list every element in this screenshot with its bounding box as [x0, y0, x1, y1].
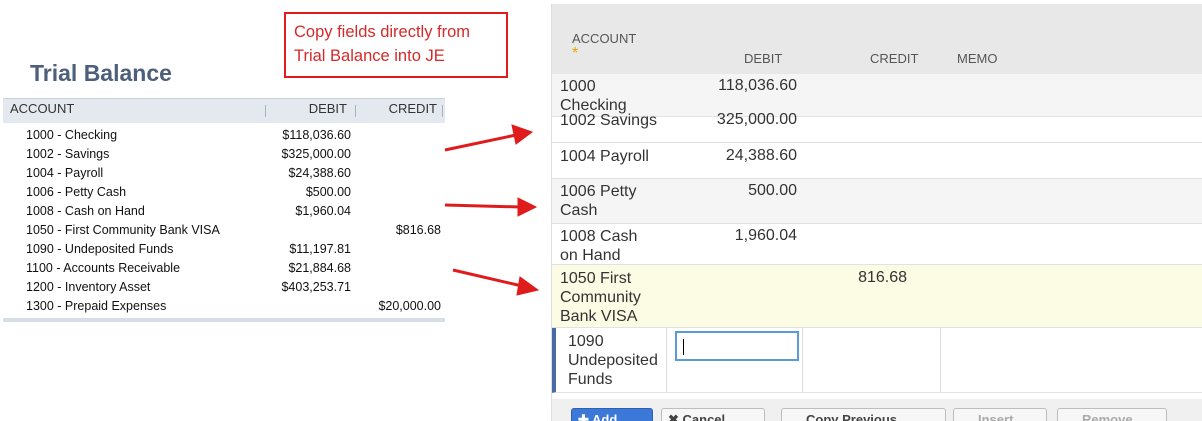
je-header-account[interactable]: ACCOUNT	[572, 31, 636, 46]
je-account-text: Community	[560, 289, 641, 306]
je-editing-row[interactable]: 1090 Undeposited Funds	[552, 328, 1202, 393]
tb-debit: $24,388.60	[288, 166, 351, 180]
table-row: 1300 - Prepaid Expenses $20,000.00	[3, 298, 445, 317]
tb-account: 1300 - Prepaid Expenses	[26, 299, 167, 313]
trial-balance-table: ACCOUNT DEBIT CREDIT 1000 - Checking $118…	[3, 98, 445, 322]
je-line-row[interactable]: 1008 Cash on Hand 1,960.04	[552, 224, 1202, 265]
tb-debit: $11,197.81	[289, 242, 351, 256]
insert-button[interactable]: Insert	[953, 408, 1047, 421]
table-row: 1006 - Petty Cash $500.00	[3, 184, 445, 203]
je-account-text: Cash	[560, 202, 598, 219]
tb-credit: $20,000.00	[378, 299, 441, 313]
tb-header-separator	[442, 105, 443, 117]
tb-header-separator	[355, 105, 356, 117]
je-line-row-highlighted[interactable]: 1050 First Community Bank VISA 816.68	[552, 265, 1202, 328]
je-debit-input[interactable]	[675, 331, 799, 361]
je-header: ACCOUNT * DEBIT CREDIT MEMO	[552, 4, 1202, 74]
je-line-row[interactable]: 1002 Savings 325,000.00	[552, 109, 1202, 143]
je-header-debit[interactable]: DEBIT	[744, 51, 782, 66]
je-account-cell[interactable]: 1050 First Community Bank VISA	[560, 269, 641, 326]
table-row: 1100 - Accounts Receivable $21,884.68	[3, 260, 445, 279]
tb-debit: $1,960.04	[295, 204, 351, 218]
je-account-text: 1000	[560, 78, 596, 95]
tb-header-credit[interactable]: CREDIT	[389, 101, 437, 116]
tb-header-debit[interactable]: DEBIT	[309, 101, 347, 116]
tb-debit: $325,000.00	[281, 147, 351, 161]
required-icon: *	[572, 45, 579, 62]
trial-balance-footer-bar	[3, 318, 445, 322]
table-row: 1008 - Cash on Hand $1,960.04	[3, 203, 445, 222]
tb-account: 1200 - Inventory Asset	[26, 280, 151, 294]
text-caret	[683, 339, 684, 355]
tb-account: 1000 - Checking	[26, 128, 118, 142]
je-account-text: 1090	[568, 333, 604, 350]
trial-balance-header: ACCOUNT DEBIT CREDIT	[3, 98, 445, 123]
tb-account: 1090 - Undeposited Funds	[26, 242, 174, 256]
je-line-row[interactable]: 1004 Payroll 24,388.60	[552, 143, 1202, 179]
tb-debit: $118,036.60	[282, 128, 351, 142]
je-account-text: 1050 First	[560, 270, 632, 287]
table-row: 1200 - Inventory Asset $403,253.71	[3, 279, 445, 298]
tb-credit: $816.68	[395, 223, 441, 237]
je-debit-cell[interactable]: 325,000.00	[717, 111, 797, 129]
annotation-arrows	[444, 124, 540, 296]
table-row: 1090 - Undeposited Funds $11,197.81	[3, 241, 445, 260]
je-account-text: Undeposited	[568, 352, 658, 369]
je-debit-cell[interactable]: 500.00	[748, 182, 797, 200]
tb-debit: $21,884.68	[288, 261, 351, 275]
je-account-select[interactable]: 1090 Undeposited Funds	[568, 332, 658, 389]
column-divider	[802, 328, 803, 392]
table-row: 1050 - First Community Bank VISA $816.68	[3, 222, 445, 241]
tb-debit: $500.00	[305, 185, 351, 199]
tb-account: 1004 - Payroll	[26, 166, 104, 180]
je-debit-cell[interactable]: 24,388.60	[726, 147, 797, 165]
journal-entry-grid: ACCOUNT * DEBIT CREDIT MEMO 1000 Checkin…	[551, 4, 1202, 421]
arrow-icon	[444, 197, 538, 217]
copy-previous-button[interactable]: Copy Previous	[781, 408, 946, 421]
je-account-text: 1002 Savings	[560, 112, 657, 129]
je-line-row[interactable]: 1006 Petty Cash 500.00	[552, 179, 1202, 224]
remove-button[interactable]: Remove	[1057, 408, 1167, 421]
arrow-icon	[452, 268, 540, 296]
tb-account: 1050 - First Community Bank VISA	[26, 223, 220, 237]
je-header-memo[interactable]: MEMO	[957, 51, 997, 66]
je-account-text: 1006 Petty	[560, 183, 637, 200]
trial-balance-rows: 1000 - Checking $118,036.60 1002 - Saving…	[3, 123, 445, 317]
je-account-cell[interactable]: 1008 Cash on Hand	[560, 227, 637, 265]
tb-account: 1100 - Accounts Receivable	[26, 261, 181, 275]
tb-header-separator	[265, 105, 266, 117]
column-divider	[940, 328, 941, 392]
je-account-cell[interactable]: 1004 Payroll	[560, 147, 649, 166]
je-account-text: 1008 Cash	[560, 228, 638, 245]
table-row: 1002 - Savings $325,000.00	[3, 146, 445, 165]
je-account-text: 1004 Payroll	[560, 148, 649, 165]
add-button[interactable]: ✚ Add	[571, 408, 653, 421]
je-account-text: Funds	[568, 371, 613, 388]
column-divider	[666, 328, 667, 392]
je-credit-cell[interactable]: 816.68	[858, 269, 907, 287]
je-debit-cell[interactable]: 1,960.04	[735, 227, 797, 245]
annotation-callout: Copy fields directly from Trial Balance …	[284, 12, 508, 78]
tb-header-account[interactable]: ACCOUNT	[10, 101, 74, 116]
tb-account: 1006 - Petty Cash	[26, 185, 127, 199]
tb-account: 1002 - Savings	[26, 147, 110, 161]
je-account-cell[interactable]: 1006 Petty Cash	[560, 182, 637, 220]
table-row: 1000 - Checking $118,036.60	[3, 127, 445, 146]
je-header-credit[interactable]: CREDIT	[870, 51, 918, 66]
annotation-line-1: Copy fields directly from	[294, 23, 471, 41]
annotation-line-2: Trial Balance into JE	[294, 47, 445, 65]
table-row: 1004 - Payroll $24,388.60	[3, 165, 445, 184]
je-account-cell[interactable]: 1002 Savings	[560, 111, 657, 130]
tb-account: 1008 - Cash on Hand	[26, 204, 145, 218]
je-toolbar: ✚ Add ✖ Cancel Copy Previous Insert Remo…	[552, 399, 1202, 421]
tb-debit: $403,253.71	[281, 280, 351, 294]
je-debit-cell[interactable]: 118,036.60	[718, 77, 797, 95]
je-account-text: on Hand	[560, 247, 621, 264]
cancel-button[interactable]: ✖ Cancel	[661, 408, 765, 421]
trial-balance-title: Trial Balance	[30, 60, 172, 86]
arrow-icon	[444, 124, 534, 152]
je-account-text: Bank VISA	[560, 308, 638, 325]
